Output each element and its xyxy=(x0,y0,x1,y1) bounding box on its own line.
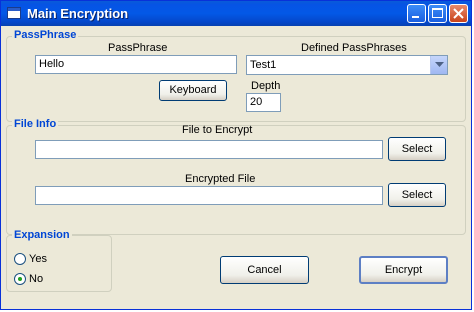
expansion-no-label[interactable]: No xyxy=(29,273,43,285)
expansion-no-radio[interactable] xyxy=(14,273,26,285)
dropdown-arrow-button[interactable] xyxy=(430,56,447,74)
cancel-button[interactable]: Cancel xyxy=(220,256,309,284)
maximize-button[interactable] xyxy=(428,4,447,23)
depth-input[interactable]: 20 xyxy=(246,93,281,112)
expansion-group-legend: Expansion xyxy=(12,229,72,241)
defined-passphrases-label: Defined PassPhrases xyxy=(301,42,407,54)
close-button[interactable] xyxy=(449,4,468,23)
maximize-icon xyxy=(432,8,443,18)
encrypted-file-input[interactable] xyxy=(35,186,383,205)
title-bar[interactable]: Main Encryption xyxy=(1,1,471,26)
minimize-icon xyxy=(412,16,419,18)
depth-label: Depth xyxy=(251,80,281,92)
defined-passphrases-value: Test1 xyxy=(250,59,277,71)
main-window: Main Encryption PassPhrase PassPhrase He… xyxy=(0,0,472,310)
file-to-encrypt-label: File to Encrypt xyxy=(182,124,253,136)
expansion-yes-radio[interactable] xyxy=(14,253,26,265)
defined-passphrases-select[interactable]: Test1 xyxy=(246,55,448,75)
close-icon xyxy=(453,8,464,19)
passphrase-group-legend: PassPhrase xyxy=(12,29,79,41)
keyboard-button[interactable]: Keyboard xyxy=(159,80,227,101)
minimize-button[interactable] xyxy=(407,4,426,23)
file-info-group-legend: File Info xyxy=(12,118,59,130)
file-to-encrypt-input[interactable] xyxy=(35,140,383,159)
client-area: PassPhrase PassPhrase Hello Defined Pass… xyxy=(4,26,470,308)
encrypt-button[interactable]: Encrypt xyxy=(359,256,448,284)
chevron-down-icon xyxy=(435,62,444,67)
expansion-yes-label[interactable]: Yes xyxy=(29,253,47,265)
passphrase-input[interactable]: Hello xyxy=(35,55,237,74)
window-icon xyxy=(7,7,21,19)
window-title: Main Encryption xyxy=(27,6,129,21)
select-encrypted-file-button[interactable]: Select xyxy=(388,183,446,207)
passphrase-label: PassPhrase xyxy=(108,42,168,54)
select-file-to-encrypt-button[interactable]: Select xyxy=(388,137,446,161)
encrypted-file-label: Encrypted File xyxy=(185,173,256,185)
